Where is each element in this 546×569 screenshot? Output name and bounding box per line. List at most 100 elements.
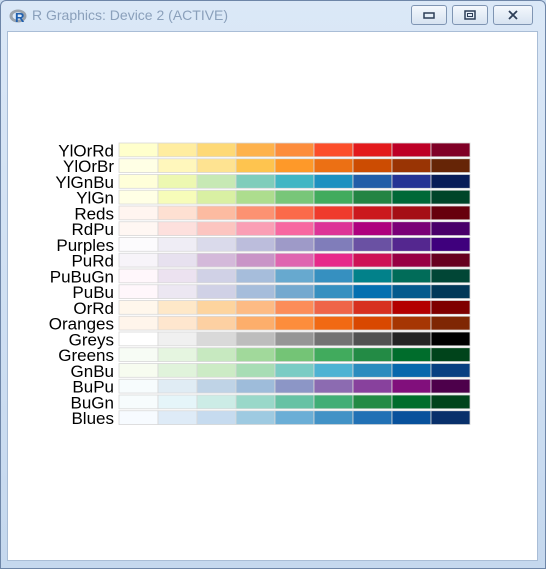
color-swatch bbox=[235, 284, 276, 299]
color-swatch bbox=[196, 189, 237, 205]
r-logo-icon: R bbox=[9, 9, 27, 24]
color-swatch bbox=[157, 284, 198, 299]
color-swatch bbox=[352, 410, 393, 425]
color-swatch bbox=[352, 315, 393, 331]
graphics-canvas: YlOrRd YlOrBr YlGnBu YlGn Reds RdPu Purples PuR… bbox=[7, 31, 538, 561]
color-swatch bbox=[313, 363, 354, 378]
color-swatch bbox=[391, 205, 432, 221]
color-swatch bbox=[118, 300, 159, 315]
color-swatch bbox=[196, 252, 237, 268]
color-swatch bbox=[274, 363, 315, 378]
color-swatch bbox=[430, 189, 471, 205]
color-swatch bbox=[274, 315, 315, 331]
color-swatch bbox=[313, 315, 354, 331]
color-swatch bbox=[274, 158, 315, 173]
color-swatch bbox=[391, 268, 432, 284]
color-swatch bbox=[196, 237, 237, 252]
close-button[interactable] bbox=[493, 5, 533, 25]
color-swatch bbox=[430, 237, 471, 252]
color-swatch bbox=[352, 158, 393, 173]
color-swatch bbox=[235, 394, 276, 410]
color-swatch bbox=[235, 142, 276, 158]
color-swatch bbox=[391, 284, 432, 299]
color-swatch bbox=[352, 347, 393, 362]
color-swatch bbox=[313, 237, 354, 252]
minimize-button[interactable] bbox=[411, 5, 447, 25]
color-swatch bbox=[274, 300, 315, 315]
color-swatch bbox=[274, 378, 315, 394]
color-swatch bbox=[235, 331, 276, 347]
color-swatch bbox=[118, 252, 159, 268]
color-swatch bbox=[274, 237, 315, 252]
color-swatch bbox=[430, 158, 471, 173]
color-swatch bbox=[157, 142, 198, 158]
color-swatch bbox=[157, 347, 198, 362]
color-swatch bbox=[118, 142, 159, 158]
color-swatch bbox=[391, 252, 432, 268]
color-swatch bbox=[274, 331, 315, 347]
window-title: R Graphics: Device 2 (ACTIVE) bbox=[32, 7, 229, 23]
color-swatch bbox=[274, 347, 315, 362]
color-swatch bbox=[235, 221, 276, 236]
color-swatch bbox=[118, 347, 159, 362]
color-swatch bbox=[352, 300, 393, 315]
color-swatch bbox=[430, 331, 471, 347]
color-swatch bbox=[235, 237, 276, 252]
color-swatch bbox=[196, 378, 237, 394]
color-swatch bbox=[313, 378, 354, 394]
color-swatch bbox=[352, 205, 393, 221]
color-swatch bbox=[157, 174, 198, 189]
color-swatch bbox=[391, 189, 432, 205]
color-swatch bbox=[235, 300, 276, 315]
color-swatch bbox=[430, 315, 471, 331]
color-swatch bbox=[235, 268, 276, 284]
color-swatch bbox=[313, 300, 354, 315]
color-swatch bbox=[274, 205, 315, 221]
color-swatch bbox=[196, 315, 237, 331]
color-swatch bbox=[430, 378, 471, 394]
color-swatch bbox=[196, 363, 237, 378]
color-swatch bbox=[274, 410, 315, 425]
color-swatch bbox=[352, 363, 393, 378]
color-swatch bbox=[313, 347, 354, 362]
color-swatch bbox=[430, 284, 471, 299]
color-swatch bbox=[118, 394, 159, 410]
color-swatch bbox=[235, 252, 276, 268]
color-swatch bbox=[274, 394, 315, 410]
color-swatch bbox=[352, 189, 393, 205]
color-swatch bbox=[235, 410, 276, 425]
color-swatch bbox=[430, 142, 471, 158]
color-swatch bbox=[118, 331, 159, 347]
color-swatch bbox=[118, 237, 159, 252]
color-swatch bbox=[313, 205, 354, 221]
color-swatch bbox=[235, 205, 276, 221]
color-swatch bbox=[274, 174, 315, 189]
color-swatch bbox=[313, 174, 354, 189]
minimize-icon bbox=[423, 12, 435, 19]
palette-label: Blues bbox=[71, 409, 114, 428]
color-swatch bbox=[391, 221, 432, 236]
color-swatch bbox=[196, 221, 237, 236]
maximize-button[interactable] bbox=[452, 5, 488, 25]
color-swatch bbox=[118, 315, 159, 331]
color-swatch bbox=[157, 252, 198, 268]
color-swatch bbox=[157, 315, 198, 331]
color-swatch bbox=[157, 237, 198, 252]
color-swatch bbox=[430, 347, 471, 362]
color-swatch bbox=[196, 284, 237, 299]
color-swatch bbox=[118, 205, 159, 221]
color-swatch bbox=[196, 331, 237, 347]
color-swatch bbox=[118, 378, 159, 394]
color-swatch bbox=[118, 363, 159, 378]
color-swatch bbox=[391, 174, 432, 189]
color-swatch bbox=[391, 410, 432, 425]
color-swatch bbox=[391, 378, 432, 394]
color-swatch bbox=[430, 252, 471, 268]
color-swatch bbox=[391, 142, 432, 158]
color-swatch bbox=[391, 347, 432, 362]
color-swatch bbox=[352, 142, 393, 158]
color-swatch bbox=[196, 158, 237, 173]
color-swatch bbox=[118, 174, 159, 189]
title-bar[interactable]: R R Graphics: Device 2 (ACTIVE) bbox=[1, 1, 545, 31]
color-swatch bbox=[313, 268, 354, 284]
